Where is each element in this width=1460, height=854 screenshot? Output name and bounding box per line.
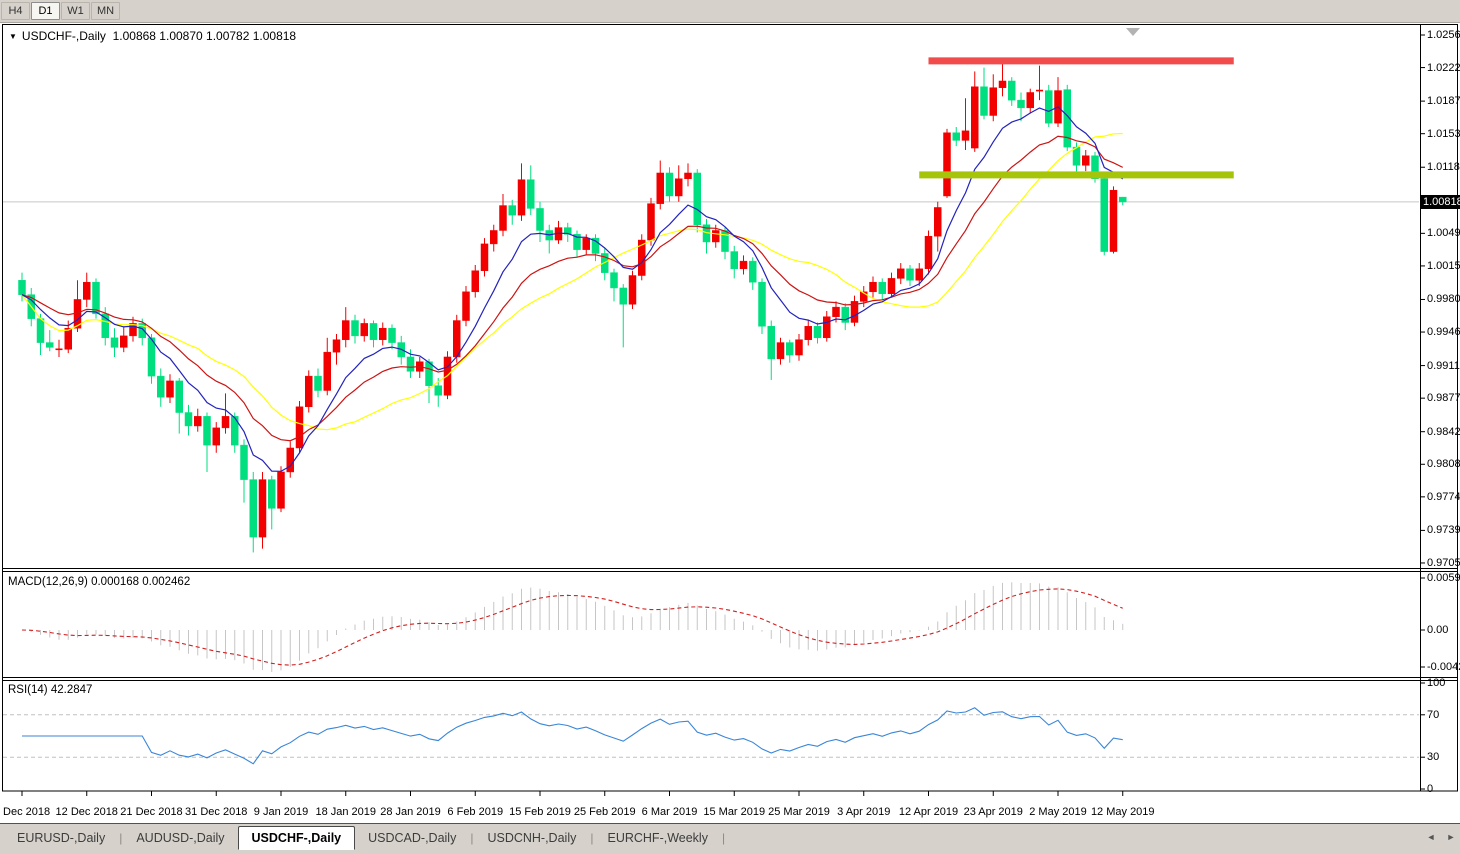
rsi-indicator-label: RSI(14) 42.2847	[8, 684, 93, 696]
chart-tabs: EURUSD-,Daily | AUDUSD-,Daily USDCHF-,Daily…	[4, 826, 726, 850]
price-axis-label: 1.00490	[1427, 227, 1460, 240]
price-axis-label: 1.00150	[1427, 259, 1460, 272]
price-axis-label: 0.99460	[1427, 326, 1460, 339]
tab-usdchfdaily[interactable]: USDCHF-,Daily	[237, 826, 356, 850]
tab-eurchfweekly[interactable]: EURCHF-,Weekly	[594, 826, 720, 850]
price-axis-label: 1.02220	[1427, 61, 1460, 74]
tab-eurusddaily[interactable]: EURUSD-,Daily	[4, 826, 118, 850]
tab-separator: |	[721, 831, 726, 845]
macd-values: 0.000168 0.002462	[91, 576, 191, 588]
macd-axis-label: 0.00	[1427, 624, 1449, 636]
price-axis-label: 0.99800	[1427, 293, 1460, 306]
price-axis-label: 0.99110	[1427, 359, 1460, 372]
rsi-axis-label: 100	[1427, 677, 1446, 689]
price-axis-label: 1.01870	[1427, 95, 1460, 108]
price-axis-label: 0.98420	[1427, 425, 1460, 438]
price-axis-label: 1.02560	[1427, 29, 1460, 41]
price-axis-label: 0.98770	[1427, 392, 1460, 405]
chart-title: ▼ USDCHF-,Daily 1.00868 1.00870 1.00782 1…	[9, 29, 296, 43]
symbol-dropdown-icon[interactable]: ▼	[9, 32, 17, 41]
price-axis-label: 1.01180	[1427, 161, 1460, 174]
macd-indicator-label: MACD(12,26,9) 0.000168 0.002462	[8, 576, 191, 588]
macd-axis-label: -0.004243	[1427, 661, 1460, 673]
price-axis-label: 0.97740	[1427, 490, 1460, 503]
price-axis-label: 0.97390	[1427, 524, 1460, 537]
chart-tab-bar: EURUSD-,Daily | AUDUSD-,Daily USDCHF-,Daily…	[0, 823, 1460, 854]
price-chart-canvas[interactable]	[0, 0, 1460, 854]
tab-scroll-left-icon[interactable]: ◄	[1424, 831, 1438, 843]
current-price-tag: 1.00818	[1421, 194, 1460, 209]
tab-audusddaily[interactable]: AUDUSD-,Daily	[123, 826, 237, 850]
tab-usdcnhdaily[interactable]: USDCNH-,Daily	[474, 826, 589, 850]
price-axis-label: 0.97050	[1427, 556, 1460, 569]
chart-ohlc-values: 1.00868 1.00870 1.00782 1.00818	[112, 29, 297, 43]
tab-usdcaddaily[interactable]: USDCAD-,Daily	[355, 826, 469, 850]
date-axis-label: 12 May 2019	[1090, 806, 1155, 818]
chart-shift-marker-icon[interactable]	[1126, 28, 1140, 36]
rsi-axis-label: 70	[1427, 708, 1440, 721]
price-axis-label: 1.01530	[1427, 127, 1460, 140]
chart-symbol-label: USDCHF-,Daily	[21, 29, 106, 43]
price-axis-label: 0.98080	[1427, 458, 1460, 471]
macd-axis-label: 0.00597	[1427, 572, 1460, 584]
rsi-axis-label: 0	[1427, 783, 1434, 795]
trading-app-window: H4 D1 W1 MN ▼ USDCHF-,Daily 1.00868 1.00870 …	[0, 0, 1460, 854]
rsi-axis-label: 30	[1427, 751, 1440, 764]
tab-scroll-right-icon[interactable]: ►	[1444, 831, 1458, 843]
rsi-value: 42.2847	[50, 684, 93, 696]
